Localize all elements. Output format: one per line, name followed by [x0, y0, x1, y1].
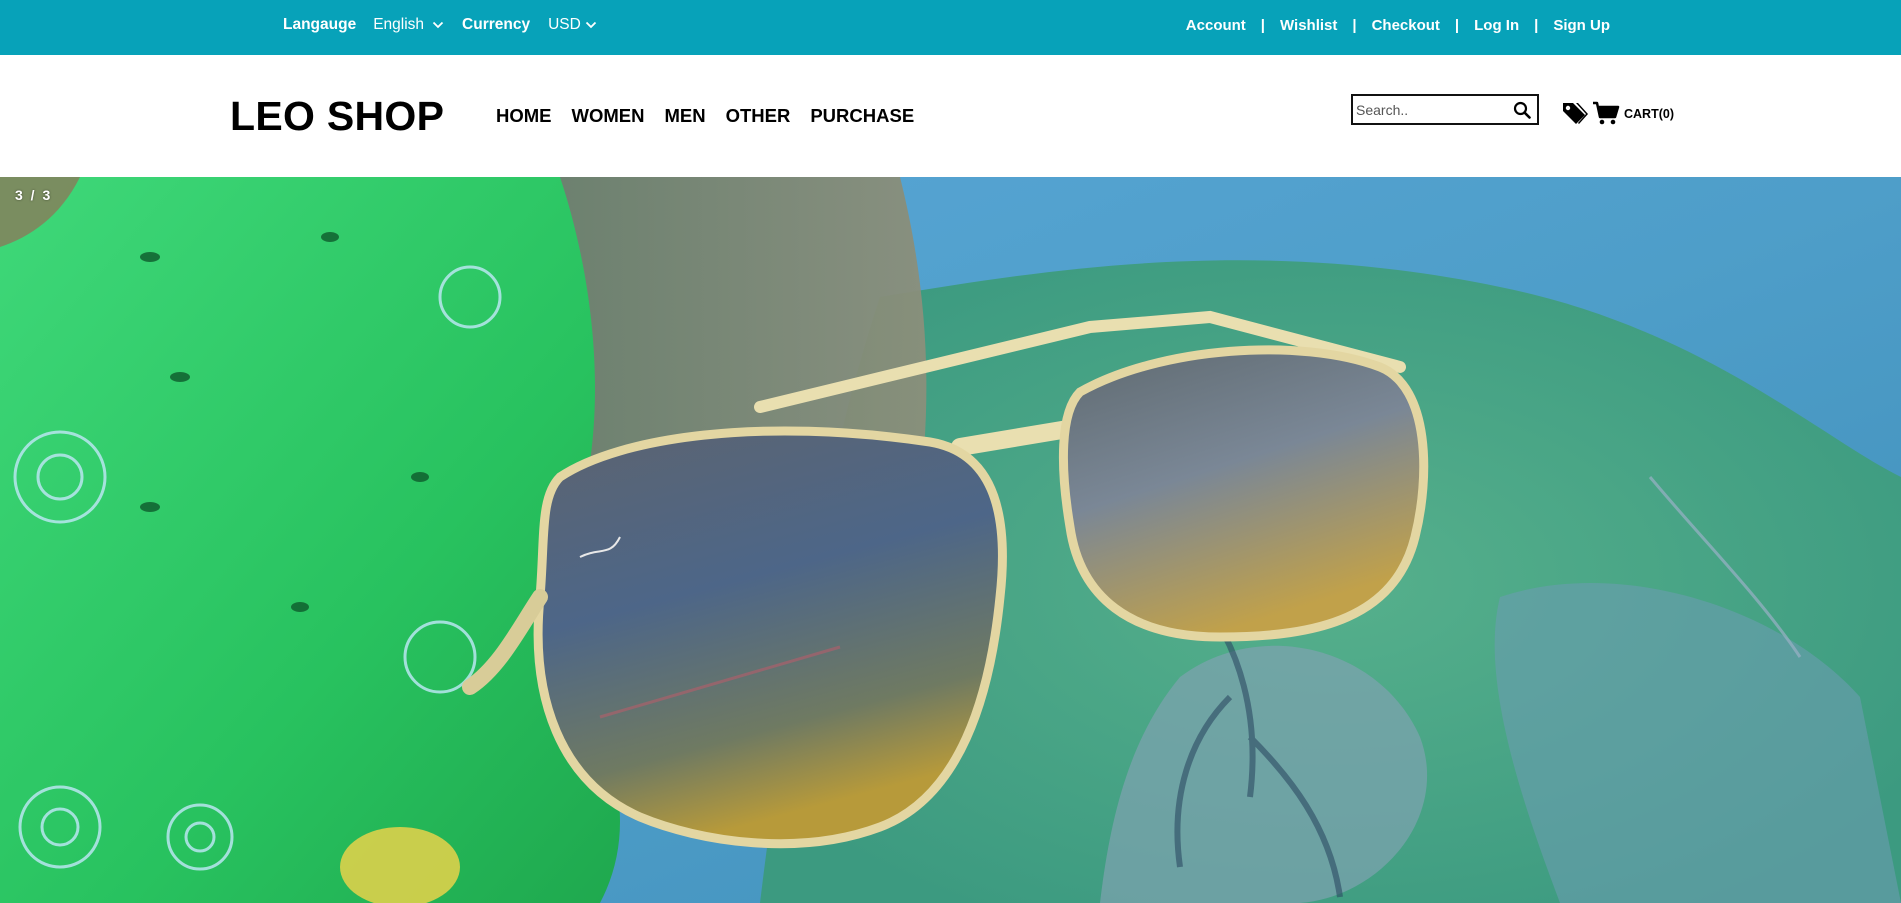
- cart-button[interactable]: CART(0): [1592, 100, 1674, 126]
- tags-icon[interactable]: [1561, 100, 1589, 126]
- top-utility-bar: Langauge English Currency USD Account | …: [0, 0, 1901, 55]
- nav-item-other[interactable]: OTHER: [726, 105, 791, 127]
- search-box: [1351, 94, 1539, 125]
- nav-item-home[interactable]: HOME: [496, 105, 552, 127]
- chevron-down-icon: [432, 21, 444, 29]
- chevron-down-icon: [585, 21, 596, 29]
- nav-item-men[interactable]: MEN: [664, 105, 705, 127]
- cart-icon: [1593, 101, 1620, 125]
- account-link[interactable]: Account: [1186, 17, 1246, 34]
- link-separator: |: [1534, 16, 1539, 34]
- slide-counter: 3 / 3: [15, 187, 53, 203]
- language-selector[interactable]: English: [373, 16, 444, 34]
- language-value: English: [373, 16, 425, 33]
- currency-value: USD: [548, 16, 581, 33]
- signup-link[interactable]: Sign Up: [1553, 17, 1610, 34]
- wishlist-link[interactable]: Wishlist: [1280, 17, 1337, 34]
- currency-label: Currency: [462, 16, 531, 33]
- nav-item-women[interactable]: WOMEN: [572, 105, 645, 127]
- main-nav: HOME WOMEN MEN OTHER PURCHASE: [496, 105, 934, 127]
- link-separator: |: [1454, 16, 1460, 34]
- link-separator: |: [1260, 16, 1265, 34]
- search-input[interactable]: [1353, 96, 1503, 123]
- link-separator: |: [1352, 16, 1357, 34]
- nav-item-purchase[interactable]: PURCHASE: [810, 105, 914, 127]
- site-header: LEO SHOP HOME WOMEN MEN OTHER PURCHASE C…: [0, 55, 1901, 177]
- checkout-link[interactable]: Checkout: [1372, 17, 1440, 34]
- currency-selector[interactable]: USD: [548, 16, 597, 34]
- search-icon[interactable]: [1513, 101, 1531, 119]
- account-links: Account | Wishlist | Checkout | Log In |…: [1186, 0, 1610, 50]
- site-logo[interactable]: LEO SHOP: [230, 93, 444, 140]
- login-link[interactable]: Log In: [1474, 17, 1519, 34]
- locale-settings: Langauge English Currency USD: [283, 0, 615, 50]
- language-label: Langauge: [283, 16, 357, 33]
- sunglasses-slide-image: [0, 177, 1901, 903]
- cart-label: CART(0): [1624, 107, 1674, 121]
- hero-slider[interactable]: 3 / 3: [0, 177, 1901, 903]
